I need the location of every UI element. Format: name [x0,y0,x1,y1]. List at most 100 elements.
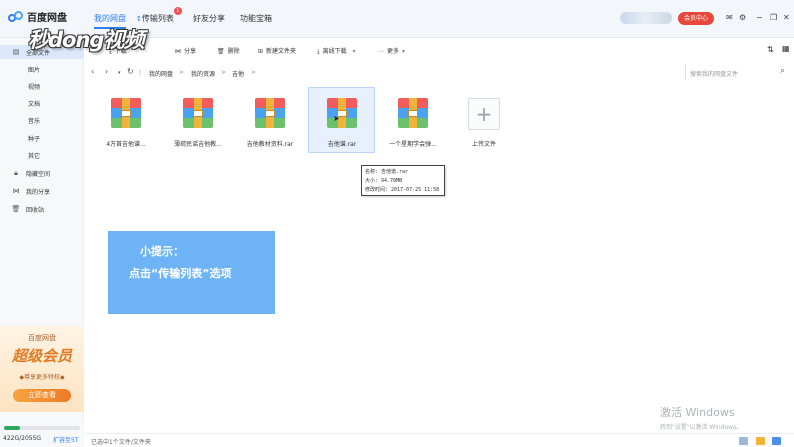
forward-icon[interactable]: › [105,68,108,76]
user-avatar-name[interactable] [620,12,672,24]
promo-title: 超级会员 [11,347,72,365]
tab-toolbox[interactable]: 功能宝箱 [240,13,272,24]
sidebar-item-images[interactable]: 图片 [0,62,84,76]
file-name: 吉他教材资料.rar [246,141,294,148]
button-label: 离线下载 [322,48,347,55]
grid-view-icon[interactable]: ▦ [782,44,790,53]
button-label: 分享 [184,48,197,55]
sidebar-item-other[interactable]: 其它 [0,148,84,162]
sidebar-item-label: 其它 [28,152,41,160]
restore-icon[interactable]: ❐ [770,13,777,23]
sidebar-item-docs[interactable]: 文档 [0,96,84,110]
app-logo: 百度网盘 [8,9,67,24]
sidebar-item-label: 种子 [28,135,41,143]
storage-usage: 422G/2055G 扩容至5T [0,422,84,447]
more-button[interactable]: ⋯ 更多 ▾ [378,46,405,55]
breadcrumb-item-guitar[interactable]: 吉他 [232,69,244,78]
warning-icon[interactable] [756,437,765,445]
tip-overlay: 小提示： 点击“传输列表”选项 [108,231,275,314]
archive-icon [111,98,141,128]
more-icon: ⋯ [378,48,384,55]
sidebar-item-label: 图片 [28,66,41,74]
search-icon[interactable]: ⌕ [780,66,785,76]
activation-title: 激活 Windows [660,406,735,419]
status-bar: 已选中1个文件/文件夹 [85,433,794,447]
file-name: 吉他谱.rar [327,141,357,148]
file-name: 薄荷民谣吉他教... [174,141,222,148]
file-item[interactable]: 薄荷民谣吉他教... [165,88,231,152]
sidebar-item-label: 回收站 [26,206,45,214]
history-dropdown-icon[interactable]: ▾ [118,69,121,77]
sidebar-item-recycle-bin[interactable]: 🗑︎ 回收站 [0,202,84,216]
mail-icon[interactable]: ✉ [726,13,733,23]
dropdown-icon: ▾ [402,48,406,55]
breadcrumb-item-my-resources[interactable]: 我的资源 [191,69,215,78]
share-button[interactable]: ⋈ 分享 [175,46,196,55]
breadcrumb-separator: > [179,69,185,76]
grid-layout-icon[interactable] [739,437,748,445]
file-name: 4万首吉他谱... [106,141,146,148]
upload-file-item[interactable]: + 上传文件 [451,88,517,152]
tab-label: 我的网盘 [94,14,126,23]
tab-my-netdisk[interactable]: 我的网盘 [94,13,126,29]
breadcrumb-separator: > [251,69,257,76]
sidebar-item-hidden-space[interactable]: 🔒︎ 隐藏空间 [0,166,84,180]
tooltip-size: 大小: 94.78MB [365,178,403,184]
toolbar: ⤓ 下载 ⋈ 分享 🗑︎ 删除 ⊞ 新建文件夹 ⤓ 离线下载 ▾ ⋯ 更多 ▾ ⇅ ▦ [85,40,794,60]
file-tooltip: 名称: 吉他谱.rar 大小: 94.78MB 修改时间: 2017-07-25… [361,165,445,196]
search-input[interactable]: 搜索我的网盘文件 ⌕ [685,64,789,80]
file-item-selected[interactable]: ➤ 吉他谱.rar [308,87,375,153]
promo-brand: 百度网盘 [28,334,56,342]
file-item[interactable]: 吉他教材资料.rar [237,88,303,152]
super-vip-promo[interactable]: 百度网盘 超级会员 ◆尊享更多特权◆ 立即查看 [0,326,84,412]
sidebar-item-label: 视频 [28,83,41,91]
tip-title: 小提示： [140,245,184,258]
lock-icon[interactable] [772,437,781,445]
button-label: 更多 [387,48,400,55]
sidebar-item-torrent[interactable]: 种子 [0,131,84,145]
offline-download-icon: ⤓ [317,48,320,55]
tab-label: 传输列表 [141,14,174,23]
archive-icon [255,98,285,128]
sidebar-item-label: 我的分享 [26,188,51,196]
sidebar-item-music[interactable]: 音乐 [0,113,84,127]
gear-icon[interactable]: ⚙ [739,13,746,23]
minimize-icon[interactable]: − [756,13,763,23]
sort-icon[interactable]: ⇅ [767,45,774,54]
tooltip-name: 名称: 吉他谱.rar [365,169,409,175]
sidebar-item-label: 文档 [28,100,41,108]
offline-download-button[interactable]: ⤓ 离线下载 ▾ [317,46,356,56]
promo-view-button[interactable]: 立即查看 [13,389,71,402]
sidebar-item-my-share[interactable]: ⋈ 我的分享 [0,184,84,198]
app-name: 百度网盘 [27,13,67,24]
lock-icon: 🔒︎ [14,168,18,177]
tab-transfer-list[interactable]: ↕传输列表 1 [136,7,182,24]
expand-storage-link[interactable]: 扩容至5T [53,435,78,444]
delete-button[interactable]: 🗑︎ 删除 [217,46,240,55]
archive-icon [327,98,357,128]
breadcrumb-separator: > [221,69,227,76]
new-folder-icon: ⊞ [258,48,264,55]
new-folder-button[interactable]: ⊞ 新建文件夹 [258,46,296,55]
breadcrumb-separator: | [139,69,142,76]
vip-center-button[interactable]: 会员中心 [678,12,714,25]
storage-bar-fill [4,426,20,430]
refresh-icon[interactable]: ↻ [127,68,134,76]
sidebar-item-video[interactable]: 视频 [0,79,84,93]
trash-icon: 🗑︎ [217,48,225,55]
tab-friend-share[interactable]: 好友分享 [193,13,225,24]
sidebar-item-label: 隐藏空间 [26,170,51,178]
breadcrumb-item-my-netdisk[interactable]: 我的网盘 [149,69,173,78]
sidebar-item-label: 音乐 [28,117,41,125]
tab-label: 功能宝箱 [240,14,272,23]
tab-label: 好友分享 [193,14,225,23]
trash-icon: 🗑︎ [11,205,21,213]
button-label: 新建文件夹 [266,48,297,55]
file-item[interactable]: 一个星期学会弹... [380,88,446,152]
file-item[interactable]: 4万首吉他谱... [93,88,159,152]
badge-count: 1 [173,7,182,15]
file-icon: ▤ [12,48,20,56]
back-icon[interactable]: ‹ [91,68,94,76]
mouse-cursor-icon: ➤ [333,114,340,123]
close-icon[interactable]: ✕ [783,13,790,23]
